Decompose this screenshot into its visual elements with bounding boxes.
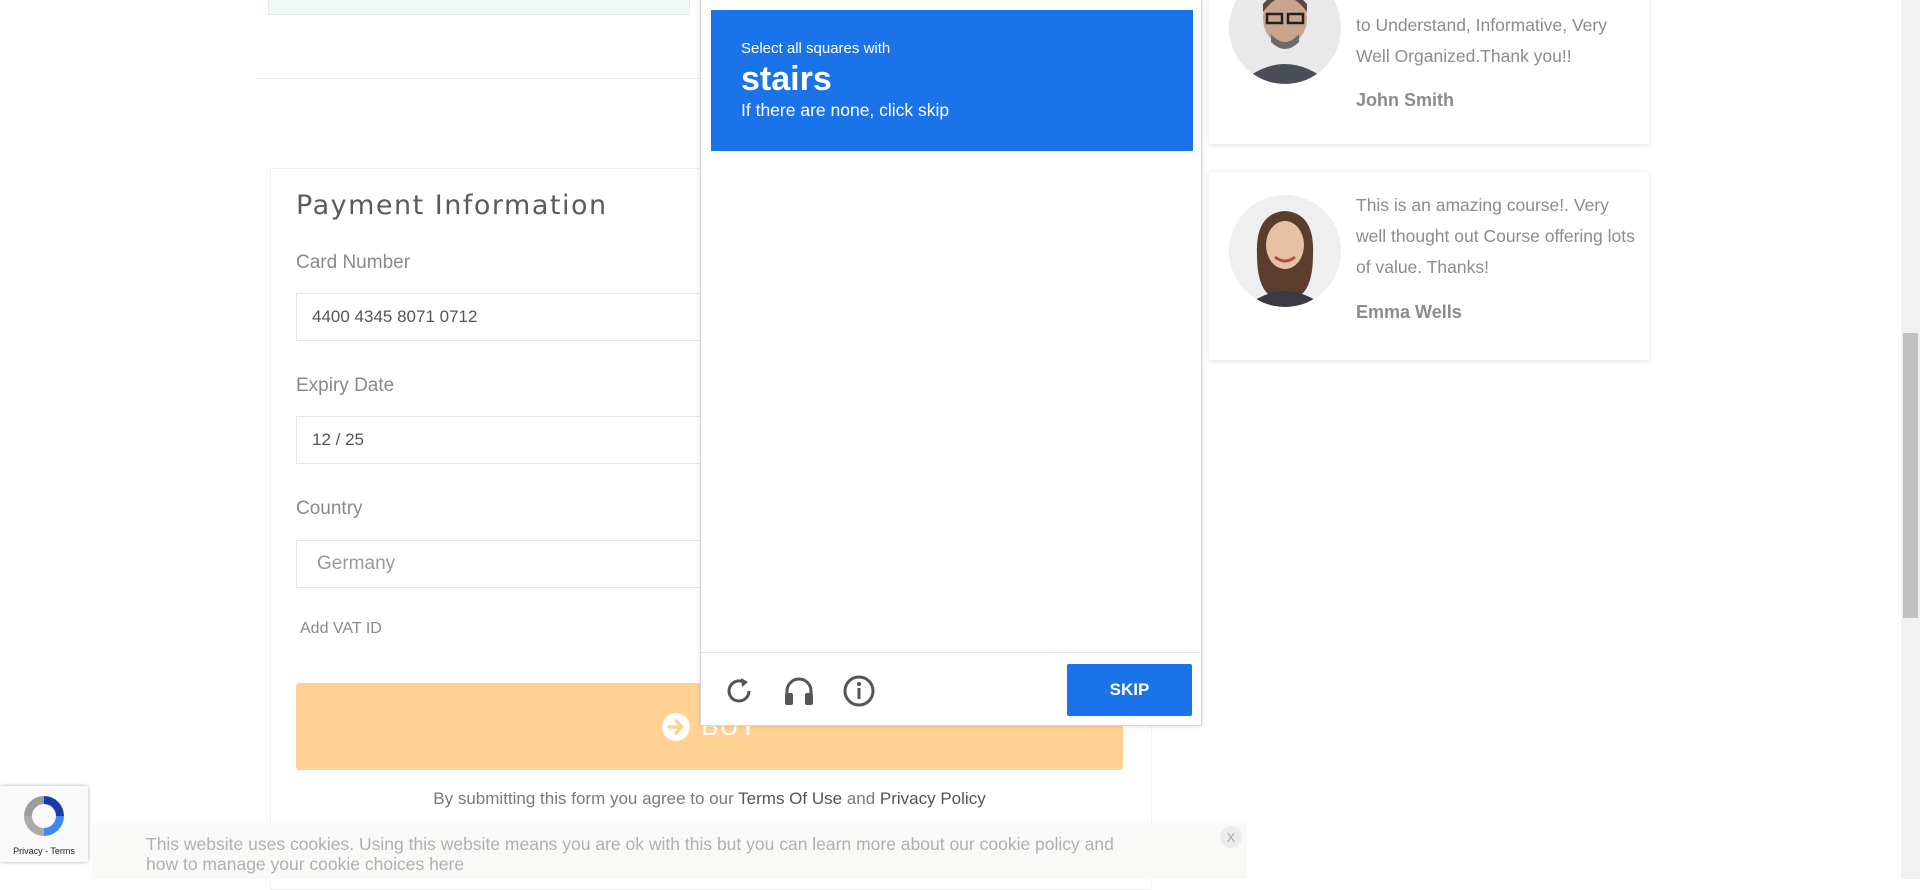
country-label: Country bbox=[296, 498, 363, 519]
captcha-header: Select all squares with stairs If there … bbox=[711, 10, 1193, 151]
captcha-tile[interactable] bbox=[709, 521, 832, 644]
headphones-icon[interactable] bbox=[779, 671, 819, 711]
testimonial-card: This is an amazing course!. Very well th… bbox=[1209, 172, 1649, 360]
testimonial-card: to Understand, Informative, Very Well Or… bbox=[1209, 0, 1649, 144]
captcha-tile[interactable] bbox=[951, 521, 1074, 644]
top-info-box bbox=[268, 0, 690, 15]
avatar bbox=[1229, 195, 1341, 307]
privacy-policy-link[interactable]: Privacy Policy bbox=[880, 789, 986, 808]
captcha-grid bbox=[709, 158, 1195, 644]
captcha-tile[interactable] bbox=[951, 400, 1074, 523]
captcha-target: stairs bbox=[741, 60, 832, 98]
recaptcha-badge[interactable]: Privacy - Terms bbox=[0, 786, 88, 862]
cookie-text: This website uses cookies. Using this we… bbox=[146, 834, 1114, 874]
terms-text: By submitting this form you agree to our… bbox=[296, 789, 1123, 809]
captcha-dialog: Select all squares with stairs If there … bbox=[700, 0, 1203, 727]
captcha-tile[interactable] bbox=[709, 400, 832, 523]
captcha-tile[interactable] bbox=[830, 521, 953, 644]
add-vat-id-link[interactable]: Add VAT ID bbox=[300, 620, 382, 638]
captcha-tile[interactable] bbox=[830, 158, 953, 281]
captcha-tile[interactable] bbox=[709, 158, 832, 281]
captcha-tile[interactable] bbox=[1072, 279, 1195, 402]
testimonial-text: to Understand, Informative, Very Well Or… bbox=[1356, 15, 1607, 66]
terms-prefix: By submitting this form you agree to our bbox=[433, 789, 739, 808]
country-value: Germany bbox=[317, 553, 396, 574]
skip-button[interactable]: SKIP bbox=[1067, 664, 1192, 716]
recaptcha-links[interactable]: Privacy - Terms bbox=[0, 846, 88, 856]
scrollbar-thumb[interactable] bbox=[1903, 333, 1918, 618]
payment-title: Payment Information bbox=[296, 190, 608, 221]
captcha-tile[interactable] bbox=[951, 158, 1074, 281]
reload-icon[interactable] bbox=[719, 671, 759, 711]
testimonial-author: Emma Wells bbox=[1356, 302, 1462, 322]
captcha-tile[interactable] bbox=[1072, 521, 1195, 644]
testimonial-text: This is an amazing course!. Very well th… bbox=[1356, 195, 1635, 277]
testimonial-author: John Smith bbox=[1356, 90, 1454, 110]
captcha-tile[interactable] bbox=[1072, 400, 1195, 523]
captcha-subinstruction: If there are none, click skip bbox=[741, 100, 950, 120]
terms-of-use-link[interactable]: Terms Of Use bbox=[738, 789, 842, 808]
info-icon[interactable] bbox=[839, 671, 879, 711]
card-number-label: Card Number bbox=[296, 252, 411, 273]
captcha-tile[interactable] bbox=[830, 400, 953, 523]
avatar bbox=[1229, 0, 1341, 84]
recaptcha-logo-icon bbox=[20, 792, 68, 845]
captcha-footer: SKIP bbox=[701, 652, 1203, 727]
arrow-right-icon bbox=[662, 712, 691, 741]
captcha-tile[interactable] bbox=[951, 279, 1074, 402]
captcha-tile[interactable] bbox=[709, 279, 832, 402]
expiry-date-label: Expiry Date bbox=[296, 375, 395, 396]
captcha-tile[interactable] bbox=[830, 279, 953, 402]
cookie-close-button[interactable]: X bbox=[1220, 826, 1242, 848]
terms-and: and bbox=[842, 789, 880, 808]
card-number-value: 4400 4345 8071 0712 bbox=[312, 307, 478, 326]
expiry-date-value: 12 / 25 bbox=[312, 430, 364, 449]
captcha-tile[interactable] bbox=[1072, 158, 1195, 281]
captcha-instruction: Select all squares with bbox=[741, 40, 891, 57]
